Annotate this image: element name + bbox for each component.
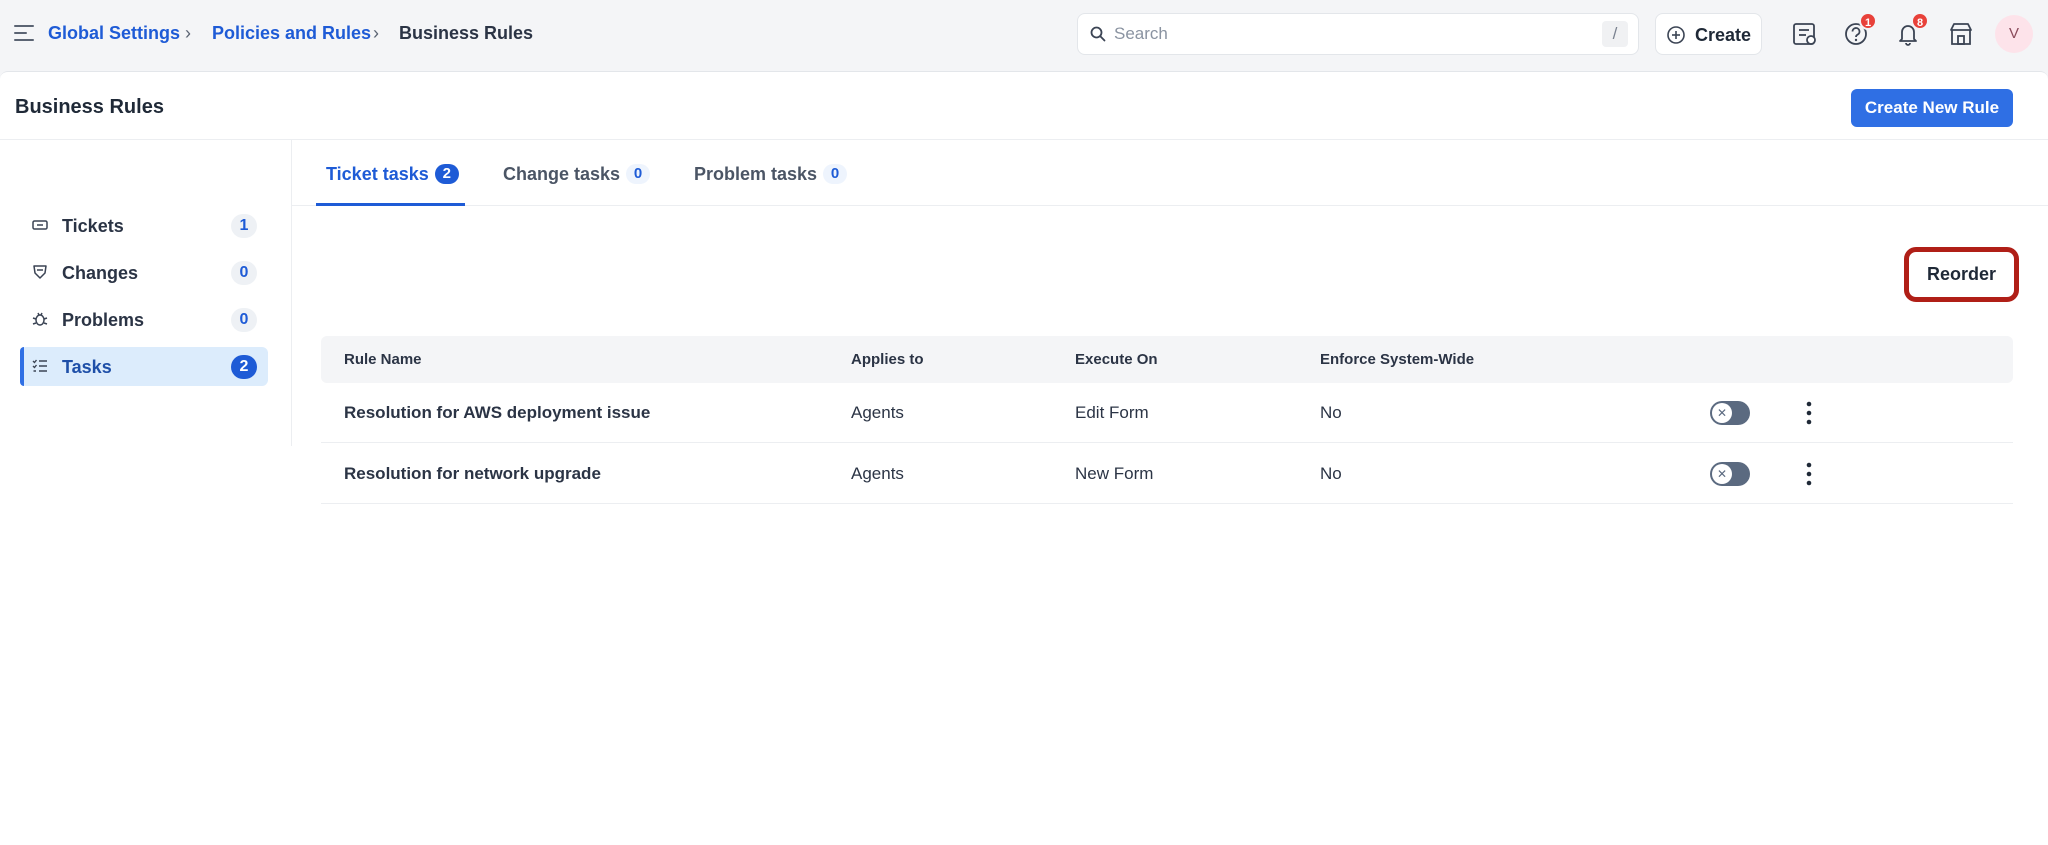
column-header-applies-to: Applies to bbox=[851, 351, 924, 368]
create-new-rule-button[interactable]: Create New Rule bbox=[1851, 89, 2013, 127]
active-tab-indicator bbox=[316, 203, 465, 206]
search-icon bbox=[1090, 26, 1106, 42]
changes-icon bbox=[33, 265, 47, 279]
rule-status-toggle[interactable]: ✕ bbox=[1710, 462, 1750, 486]
search-shortcut-key: / bbox=[1602, 21, 1628, 47]
help-badge: 1 bbox=[1859, 12, 1877, 30]
close-icon: ✕ bbox=[1712, 464, 1732, 484]
rule-name[interactable]: Resolution for network upgrade bbox=[344, 464, 601, 484]
sidebar-item-label: Changes bbox=[62, 263, 139, 283]
sidebar-item-problems[interactable]: Problems 0 bbox=[20, 300, 268, 339]
top-bar: Global Settings › Policies and Rules › B… bbox=[0, 0, 2048, 68]
tab-count-badge: 2 bbox=[434, 164, 459, 184]
help-icon[interactable]: 1 bbox=[1843, 12, 1877, 48]
notifications-badge: 8 bbox=[1911, 12, 1929, 30]
divider bbox=[0, 139, 2048, 140]
divider bbox=[291, 140, 292, 446]
bug-icon bbox=[32, 312, 48, 326]
count-badge: 1 bbox=[231, 214, 257, 238]
sidebar-item-label: Tasks bbox=[62, 357, 112, 377]
sidebar-item-label: Problems bbox=[62, 310, 145, 330]
column-header-rule-name: Rule Name bbox=[344, 351, 422, 368]
ticket-icon bbox=[32, 220, 48, 230]
service-catalog-icon[interactable] bbox=[1791, 20, 1819, 48]
bell-icon[interactable]: 8 bbox=[1895, 12, 1929, 48]
sidebar-item-tasks[interactable]: Tasks 2 bbox=[20, 347, 268, 386]
table-row[interactable]: Resolution for AWS deployment issue Agen… bbox=[321, 383, 2013, 443]
enforce-cell: No bbox=[1320, 464, 1342, 483]
search-box[interactable]: / bbox=[1077, 13, 1639, 55]
avatar[interactable]: V bbox=[1995, 15, 2033, 53]
tab-ticket-tasks[interactable]: Ticket tasks 2 bbox=[326, 162, 459, 200]
close-icon: ✕ bbox=[1712, 403, 1732, 423]
column-header-enforce-system-wide: Enforce System-Wide bbox=[1320, 351, 1475, 368]
execute-on-cell: New Form bbox=[1075, 464, 1154, 483]
column-header-execute-on: Execute On bbox=[1075, 351, 1158, 368]
tab-problem-tasks[interactable]: Problem tasks 0 bbox=[694, 162, 848, 200]
create-button-label: Create bbox=[1695, 25, 1752, 45]
rule-status-toggle[interactable]: ✕ bbox=[1710, 401, 1750, 425]
menu-icon[interactable] bbox=[14, 24, 36, 42]
create-button[interactable]: Create bbox=[1655, 13, 1762, 55]
breadcrumb-policies-and-rules[interactable]: Policies and Rules bbox=[212, 20, 371, 46]
sidebar-item-tickets[interactable]: Tickets 1 bbox=[20, 206, 268, 245]
more-options-icon[interactable] bbox=[1801, 461, 1817, 487]
breadcrumb-global-settings[interactable]: Global Settings bbox=[48, 20, 180, 46]
tab-count-badge: 0 bbox=[626, 164, 651, 184]
table-header: Rule Name Applies to Execute On Enforce … bbox=[321, 336, 2013, 383]
breadcrumb-business-rules: Business Rules bbox=[399, 23, 534, 43]
chevron-right-icon: › bbox=[373, 23, 379, 43]
sidebar-item-changes[interactable]: Changes 0 bbox=[20, 253, 268, 292]
applies-to-cell: Agents bbox=[851, 464, 904, 483]
count-badge: 0 bbox=[231, 308, 257, 332]
enforce-cell: No bbox=[1320, 403, 1342, 422]
count-badge: 0 bbox=[231, 261, 257, 285]
applies-to-cell: Agents bbox=[851, 403, 904, 422]
rule-name[interactable]: Resolution for AWS deployment issue bbox=[344, 403, 650, 423]
page-title: Business Rules bbox=[15, 96, 164, 118]
count-badge: 2 bbox=[231, 355, 257, 379]
task-list-icon bbox=[32, 359, 47, 372]
reorder-button[interactable]: Reorder bbox=[1904, 247, 2019, 302]
store-icon[interactable] bbox=[1947, 20, 1975, 48]
tab-label: Change tasks bbox=[503, 164, 621, 184]
chevron-right-icon: › bbox=[185, 23, 191, 43]
tab-label: Problem tasks bbox=[694, 164, 818, 184]
tab-label: Ticket tasks bbox=[326, 164, 429, 184]
search-input[interactable] bbox=[1114, 20, 1574, 48]
plus-circle-icon bbox=[1667, 26, 1685, 44]
table-row[interactable]: Resolution for network upgrade Agents Ne… bbox=[321, 444, 2013, 504]
more-options-icon[interactable] bbox=[1801, 400, 1817, 426]
sidebar-item-label: Tickets bbox=[62, 216, 124, 236]
main-panel: Business Rules Create New Rule Tickets 1… bbox=[0, 71, 2048, 845]
tab-change-tasks[interactable]: Change tasks 0 bbox=[503, 162, 651, 200]
execute-on-cell: Edit Form bbox=[1075, 403, 1149, 422]
tab-count-badge: 0 bbox=[823, 164, 848, 184]
divider bbox=[292, 205, 2048, 206]
